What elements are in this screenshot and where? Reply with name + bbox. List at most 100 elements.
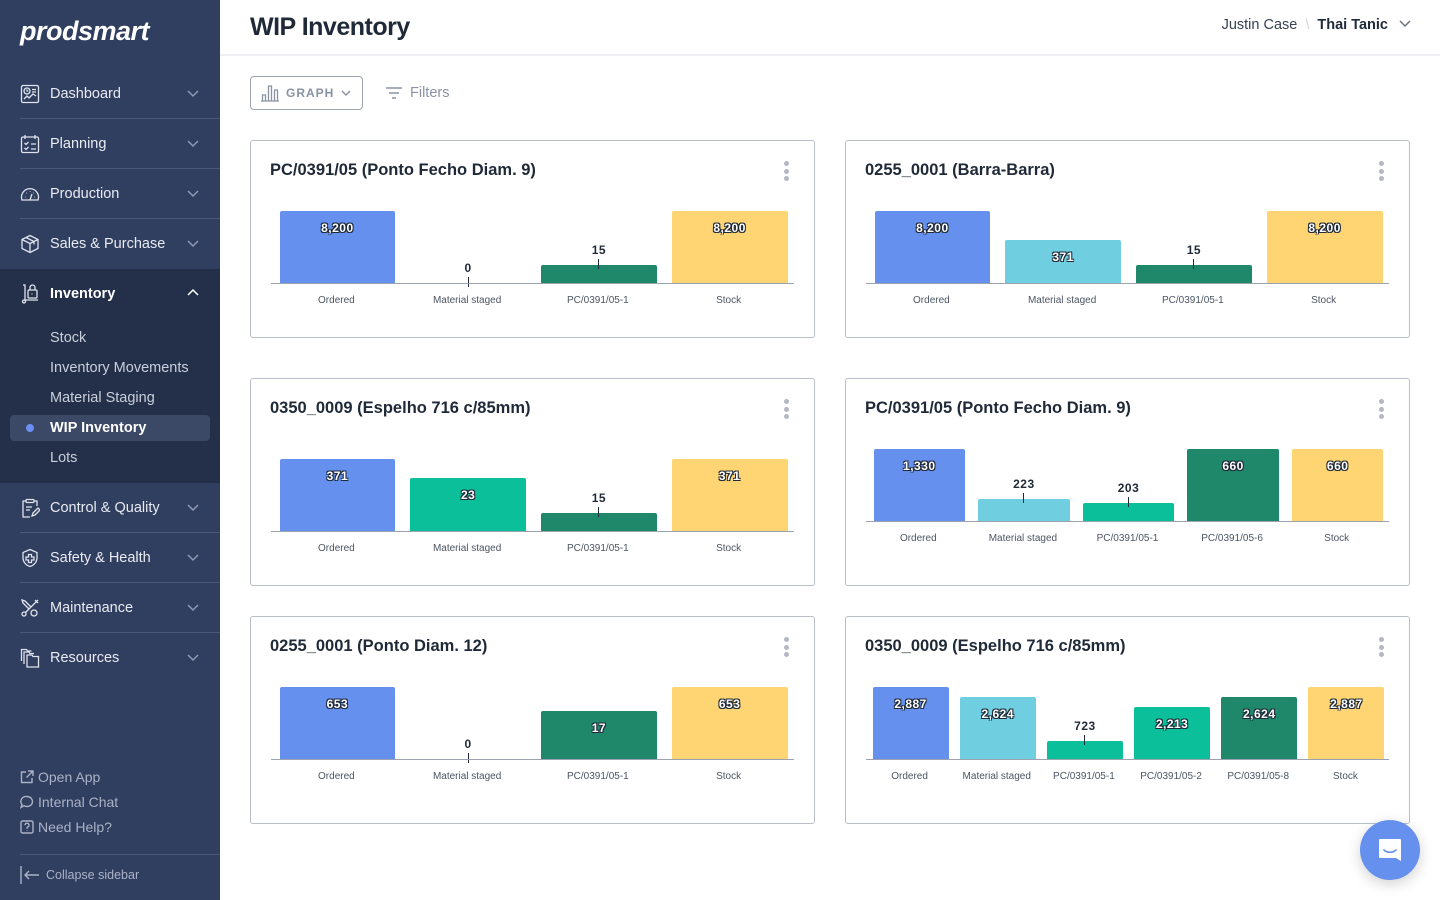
bar-stock[interactable]: 371 (671, 459, 788, 531)
bar-value-tick (467, 277, 469, 287)
more-options-icon[interactable] (780, 637, 792, 657)
plot-area: 371 23 15 371 (271, 459, 794, 531)
chart-card: PC/0391/05 (Ponto Fecho Diam. 9) 1,330 223… (845, 378, 1410, 586)
more-options-icon[interactable] (1375, 161, 1387, 181)
need-help-link[interactable]: Need Help? (20, 814, 220, 839)
kebab-dot (1378, 652, 1384, 657)
bar-ordered[interactable]: 371 (279, 459, 396, 531)
bar-stock[interactable]: 660 (1291, 449, 1384, 521)
sidebar-bottom-links: Open App Internal Chat Need Help? (20, 764, 220, 839)
bar-ordered[interactable]: 8,200 (279, 211, 396, 283)
bar-value-tick (598, 507, 600, 517)
sidebar-item-maintenance[interactable]: Maintenance (0, 583, 220, 633)
bar-value-label: 203 (1117, 481, 1140, 495)
collapse-sidebar-button[interactable]: Collapse sidebar (20, 865, 139, 885)
bar-ordered[interactable]: 8,200 (874, 211, 991, 283)
bar-value-label: 0 (464, 737, 472, 751)
x-axis-label: Ordered (899, 533, 937, 544)
bar-pc-0391-05-6[interactable]: 660 (1187, 449, 1279, 521)
sidebar-item-sales-purchase[interactable]: Sales & Purchase (0, 219, 220, 269)
x-axis-label: Stock (1332, 771, 1358, 782)
user-name: Justin Case (1221, 17, 1298, 33)
user-menu[interactable]: Justin Case \ Thai Tanic (1222, 16, 1412, 34)
planning-calendar-icon (20, 134, 40, 154)
bar-value-label: 371 (718, 469, 741, 483)
bar-value-label: 0 (464, 261, 472, 275)
bar-chart: 1,330 223 203 660 660 Ordered Material staged P… (866, 449, 1389, 551)
more-options-icon[interactable] (780, 399, 792, 419)
kebab-dot (1378, 637, 1384, 642)
bar-stock[interactable]: 653 (671, 687, 788, 759)
bar-pc-0391-05-2[interactable]: 2,213 (1134, 707, 1211, 759)
bar-value-label: 15 (591, 491, 607, 505)
page-header: WIP Inventory Justin Case \ Thai Tanic (220, 0, 1440, 56)
sidebar-subitem-stock[interactable]: Stock (0, 323, 220, 353)
clipboard-edit-icon (20, 498, 40, 518)
bar-value-tick (1084, 735, 1086, 745)
chevron-up-icon (186, 286, 200, 300)
bar-pc-0391-05-1[interactable]: 17 (541, 711, 657, 759)
x-axis-label: PC/0391/05-1 (567, 295, 629, 306)
open-app-link[interactable]: Open App (20, 764, 220, 789)
bar-material-staged[interactable]: 2,624 (959, 697, 1036, 759)
sidebar-subitem-lots[interactable]: Lots (0, 443, 220, 473)
x-axis-label: Ordered (318, 543, 355, 554)
bar-value-label: 15 (591, 243, 607, 257)
bar-material-staged[interactable]: 23 (410, 478, 526, 531)
bar-chart: 2,887 2,624 723 2,213 2,624 2,887 Ordered Mater… (866, 687, 1389, 789)
x-axis-label: Material staged (432, 543, 502, 554)
sidebar-subitem-label: WIP Inventory (50, 420, 147, 436)
filters-button[interactable]: Filters (385, 85, 449, 101)
shield-plus-icon (20, 548, 40, 568)
sidebar-item-label: Production (50, 186, 120, 202)
more-options-icon[interactable] (1375, 399, 1387, 419)
sidebar-item-safety-health[interactable]: Safety & Health (0, 533, 220, 583)
organization-name: Thai Tanic (1317, 17, 1388, 33)
bar-value-label: 660 (1222, 459, 1244, 473)
bar-ordered[interactable]: 2,887 (872, 687, 949, 759)
hand-truck-icon (20, 284, 40, 304)
bar-value-label: 653 (326, 697, 349, 711)
sidebar-nav: Dashboard Planning Production Sales & Pu… (0, 69, 220, 683)
x-axis-baseline (271, 759, 794, 760)
sidebar-item-resources[interactable]: Resources (0, 633, 220, 683)
bar-chart: 8,200 371 15 8,200 Ordered Material staged PC/… (866, 211, 1389, 313)
plot-area: 2,887 2,624 723 2,213 2,624 2,887 (866, 687, 1389, 759)
sidebar-item-production[interactable]: Production (0, 169, 220, 219)
x-axis-label: Ordered (913, 295, 950, 306)
sidebar-subitem-material-staging[interactable]: Material Staging (0, 383, 220, 413)
support-chat-button[interactable] (1360, 820, 1420, 880)
sidebar-item-planning[interactable]: Planning (0, 119, 220, 169)
x-axis-label: Stock (716, 295, 742, 306)
x-axis-baseline (866, 521, 1389, 522)
bar-value-label: 8,200 (1308, 221, 1341, 235)
x-axis-label: PC/0391/05-6 (1201, 533, 1263, 544)
bar-pc-0391-05-8[interactable]: 2,624 (1221, 697, 1298, 759)
bar-material-staged[interactable]: 371 (1005, 240, 1121, 283)
chat-bubble-icon (20, 795, 34, 809)
more-options-icon[interactable] (1375, 637, 1387, 657)
bar-value-tick (1128, 497, 1129, 507)
sidebar-subitem-wip-inventory[interactable]: WIP Inventory (10, 415, 210, 441)
prodsmart-logo[interactable]: prodsmart (20, 16, 150, 47)
bar-stock[interactable]: 8,200 (1266, 211, 1383, 283)
internal-chat-link[interactable]: Internal Chat (20, 789, 220, 814)
sidebar-item-label: Planning (50, 136, 107, 152)
sidebar-subitem-inventory-movements[interactable]: Inventory Movements (0, 353, 220, 383)
sidebar-item-dashboard[interactable]: Dashboard (0, 69, 220, 119)
more-options-icon[interactable] (780, 161, 792, 181)
bar-ordered[interactable]: 1,330 (873, 449, 966, 521)
bar-ordered[interactable]: 653 (279, 687, 396, 759)
kebab-dot (1378, 176, 1384, 181)
x-axis-baseline (271, 531, 794, 532)
bar-stock[interactable]: 8,200 (671, 211, 788, 283)
view-mode-select[interactable]: GRAPH (250, 76, 363, 110)
sidebar-item-label: Inventory (50, 286, 116, 302)
sidebar-item-control-quality[interactable]: Control & Quality (0, 483, 220, 533)
internal-chat-label: Internal Chat (38, 793, 119, 810)
bar-stock[interactable]: 2,887 (1308, 687, 1385, 759)
divider (20, 854, 220, 855)
plot-area: 8,200 0 15 8,200 (271, 211, 794, 287)
chart-card-title: PC/0391/05 (Ponto Fecho Diam. 9) (865, 399, 1131, 417)
sidebar-item-inventory[interactable]: Inventory (0, 269, 220, 319)
